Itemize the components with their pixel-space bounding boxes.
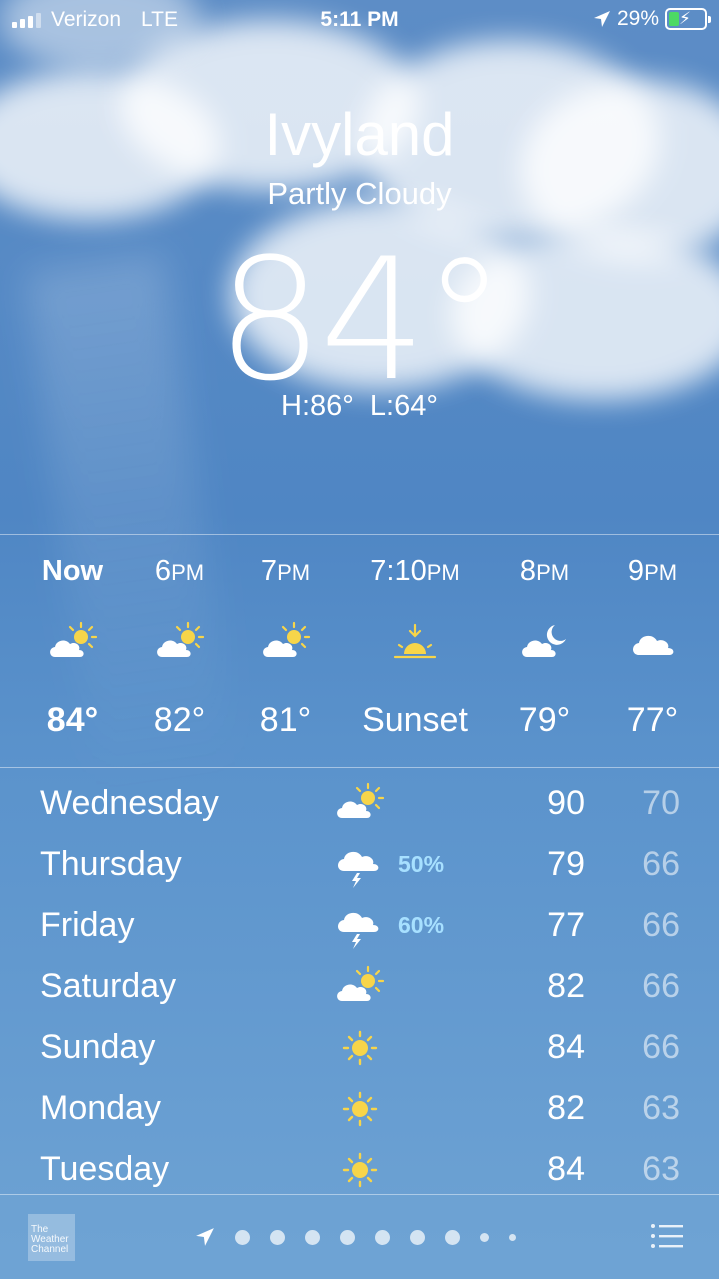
high-temp: 79: [547, 845, 585, 883]
high-temp: 82: [547, 967, 585, 1005]
low-temp: 66: [642, 845, 680, 883]
list-icon[interactable]: [650, 1222, 684, 1250]
day-row: Wednesday 90 70: [0, 774, 719, 835]
high-temp: 84: [547, 1150, 585, 1188]
day-name: Sunday: [40, 1028, 156, 1066]
hour-label: 7:10PM: [370, 555, 460, 587]
page-dot[interactable]: [410, 1229, 425, 1245]
hour-column: 6PM 82°: [127, 535, 232, 767]
weather-channel-logo[interactable]: The Weather Channel: [28, 1214, 75, 1261]
high-low: H:86° L:64°: [281, 390, 438, 422]
low-temp: 66: [642, 906, 680, 944]
page-dot[interactable]: [375, 1229, 390, 1245]
day-row: Saturday 82 66: [0, 957, 719, 1018]
day-row: Friday 60% 77 66: [0, 896, 719, 957]
day-row: Thursday 50% 79 66: [0, 835, 719, 896]
hour-label: 9PM: [627, 555, 678, 587]
partly-cloudy-icon: [336, 965, 385, 1003]
hour-suffix: PM: [644, 560, 678, 585]
location-arrow-icon: [593, 11, 610, 27]
sun-icon: [342, 1091, 378, 1127]
sun-icon: [342, 1152, 378, 1188]
page-dot[interactable]: [235, 1229, 250, 1245]
cloud-icon: [632, 635, 673, 655]
hour-temp: 79°: [518, 701, 571, 739]
hour-label: 7PM: [260, 555, 311, 587]
precip-chance: 60%: [398, 912, 445, 938]
moon-cloud-icon: [521, 625, 566, 657]
hour-column: 9PM 77°: [600, 535, 705, 767]
partly-cloudy-icon: [155, 621, 204, 659]
divider: [0, 767, 719, 768]
page-dot[interactable]: [480, 1232, 489, 1242]
low-temp: 66: [642, 1028, 680, 1066]
high-temp: 82: [547, 1089, 585, 1127]
day-name: Monday: [40, 1089, 161, 1127]
low-temp: 63: [642, 1089, 680, 1127]
battery-percent: 29%: [616, 7, 659, 30]
page-dot[interactable]: [270, 1229, 285, 1245]
hour-suffix: PM: [536, 560, 570, 585]
high-temp: 84: [547, 1028, 585, 1066]
hour-temp: 77°: [626, 701, 679, 739]
page-dot[interactable]: [305, 1229, 320, 1245]
current-condition: Partly Cloudy: [267, 176, 452, 211]
hour-label: 6PM: [154, 555, 205, 587]
battery-icon: ⚡: [665, 8, 711, 30]
low-temp: 63: [642, 1150, 680, 1188]
day-name: Saturday: [40, 967, 177, 1005]
sun-icon: [342, 1030, 378, 1066]
day-row: Tuesday 84 63: [0, 1140, 719, 1201]
thunderstorm-icon: [338, 912, 379, 949]
low-temp: 66: [642, 967, 680, 1005]
day-row: Monday 82 63: [0, 1079, 719, 1140]
low-temp: 70: [642, 784, 680, 822]
page-indicator[interactable]: [195, 1227, 516, 1247]
hour-temp: 82°: [153, 701, 206, 739]
hour-column: 7:10PM Sunset: [345, 535, 485, 767]
page-dot[interactable]: [445, 1229, 460, 1245]
bottom-toolbar: The Weather Channel: [0, 1195, 719, 1279]
partly-cloudy-icon: [261, 621, 310, 659]
precip-chance: 50%: [398, 851, 445, 877]
partly-cloudy-icon: [336, 782, 385, 820]
hour-column: 8PM 79°: [492, 535, 597, 767]
hour-label: 8PM: [519, 555, 570, 587]
day-name: Tuesday: [40, 1150, 170, 1188]
partly-cloudy-icon: [48, 621, 97, 659]
page-dot[interactable]: [509, 1233, 516, 1241]
hour-suffix: PM: [171, 560, 205, 585]
day-name: Thursday: [40, 845, 182, 883]
day-row: Sunday 84 66: [0, 1018, 719, 1079]
hour-suffix: PM: [277, 560, 311, 585]
hour-column: 7PM 81°: [233, 535, 338, 767]
high-temp: 90: [547, 784, 585, 822]
high-temp: 77: [547, 906, 585, 944]
hourly-forecast[interactable]: Now 84° 6PM 82° 7PM 81° 7:10PM Sunset 8P…: [0, 535, 719, 767]
hour-suffix: PM: [426, 560, 460, 585]
hour-temp: Sunset: [362, 701, 468, 739]
day-name: Friday: [40, 906, 135, 944]
hour-temp: 81°: [259, 701, 312, 739]
page-dot[interactable]: [340, 1229, 355, 1245]
thunderstorm-icon: [338, 851, 379, 888]
city-name: Ivyland: [264, 101, 455, 168]
status-bar: Verizon LTE 5:11 PM 29% ⚡: [0, 0, 719, 40]
day-name: Wednesday: [40, 784, 219, 822]
hour-temp: 84°: [46, 701, 99, 739]
hour-column: Now 84°: [20, 535, 125, 767]
hour-label: Now: [41, 555, 104, 587]
sunset-icon: [393, 623, 437, 659]
location-arrow-icon: [196, 1228, 214, 1246]
current-temperature: 84°: [216, 222, 507, 418]
